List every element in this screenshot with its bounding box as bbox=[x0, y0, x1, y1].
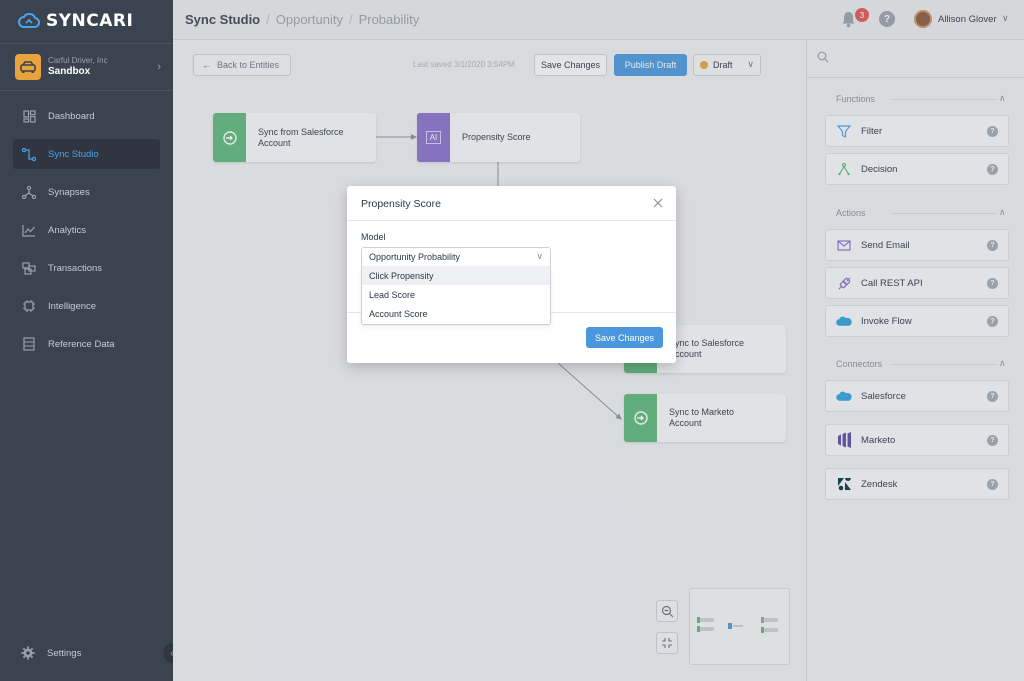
nav-label: Analytics bbox=[48, 224, 87, 236]
nav-label: Intelligence bbox=[48, 300, 97, 312]
synapses-icon bbox=[22, 185, 36, 199]
chevron-down-icon: ∨ bbox=[536, 251, 543, 261]
reference-data-icon bbox=[22, 337, 36, 351]
nav-label: Synapses bbox=[48, 186, 90, 198]
transactions-icon bbox=[22, 261, 36, 275]
org-name: Carful Driver, Inc bbox=[48, 56, 108, 66]
model-selected-value: Opportunity Probability bbox=[369, 252, 461, 262]
sync-studio-icon bbox=[22, 147, 36, 161]
logo-text: SYNCARI bbox=[46, 11, 134, 31]
chip-icon bbox=[22, 299, 36, 313]
nav-label: Transactions bbox=[48, 262, 103, 274]
modal-title: Propensity Score bbox=[361, 198, 441, 210]
modal-save-button[interactable]: Save Changes bbox=[586, 327, 663, 348]
nav-menu: Dashboard Sync Studio Synapses Analytics… bbox=[0, 101, 173, 367]
divider bbox=[347, 220, 676, 221]
sidebar: SYNCARI Carful Driver, Inc Sandbox › Das… bbox=[0, 0, 183, 681]
nav-item-sync-studio[interactable]: Sync Studio bbox=[13, 139, 160, 169]
nav-item-reference-data[interactable]: Reference Data bbox=[13, 329, 160, 359]
nav-item-dashboard[interactable]: Dashboard bbox=[13, 101, 160, 131]
chevron-right-icon: › bbox=[157, 61, 161, 73]
nav-label: Sync Studio bbox=[48, 148, 99, 160]
propensity-score-modal: Propensity Score Model Opportunity Proba… bbox=[347, 186, 676, 363]
nav-item-intelligence[interactable]: Intelligence bbox=[13, 291, 160, 321]
dashboard-icon bbox=[22, 109, 36, 123]
nav-item-synapses[interactable]: Synapses bbox=[13, 177, 160, 207]
dropdown-option-account-score[interactable]: Account Score bbox=[362, 304, 550, 323]
nav-label: Dashboard bbox=[48, 110, 95, 122]
gear-icon bbox=[21, 646, 35, 660]
close-button[interactable] bbox=[650, 195, 666, 211]
nav-label: Reference Data bbox=[48, 338, 115, 350]
cloud-logo-icon bbox=[18, 13, 40, 28]
dropdown-option-lead-score[interactable]: Lead Score bbox=[362, 285, 550, 304]
model-select[interactable]: Opportunity Probability ∨ bbox=[361, 247, 551, 267]
analytics-icon bbox=[22, 223, 36, 237]
car-icon bbox=[15, 54, 41, 80]
nav-item-analytics[interactable]: Analytics bbox=[13, 215, 160, 245]
org-switcher[interactable]: Carful Driver, Inc Sandbox › bbox=[0, 43, 173, 91]
model-dropdown-menu: Click Propensity Lead Score Account Scor… bbox=[361, 266, 551, 325]
nav-item-settings[interactable]: Settings bbox=[13, 639, 81, 667]
org-environment: Sandbox bbox=[48, 65, 91, 77]
nav-item-transactions[interactable]: Transactions bbox=[13, 253, 160, 283]
close-icon bbox=[653, 198, 663, 208]
settings-label: Settings bbox=[47, 647, 82, 659]
logo[interactable]: SYNCARI bbox=[18, 11, 133, 31]
model-label: Model bbox=[361, 232, 386, 242]
dropdown-option-click-propensity[interactable]: Click Propensity bbox=[362, 266, 550, 285]
